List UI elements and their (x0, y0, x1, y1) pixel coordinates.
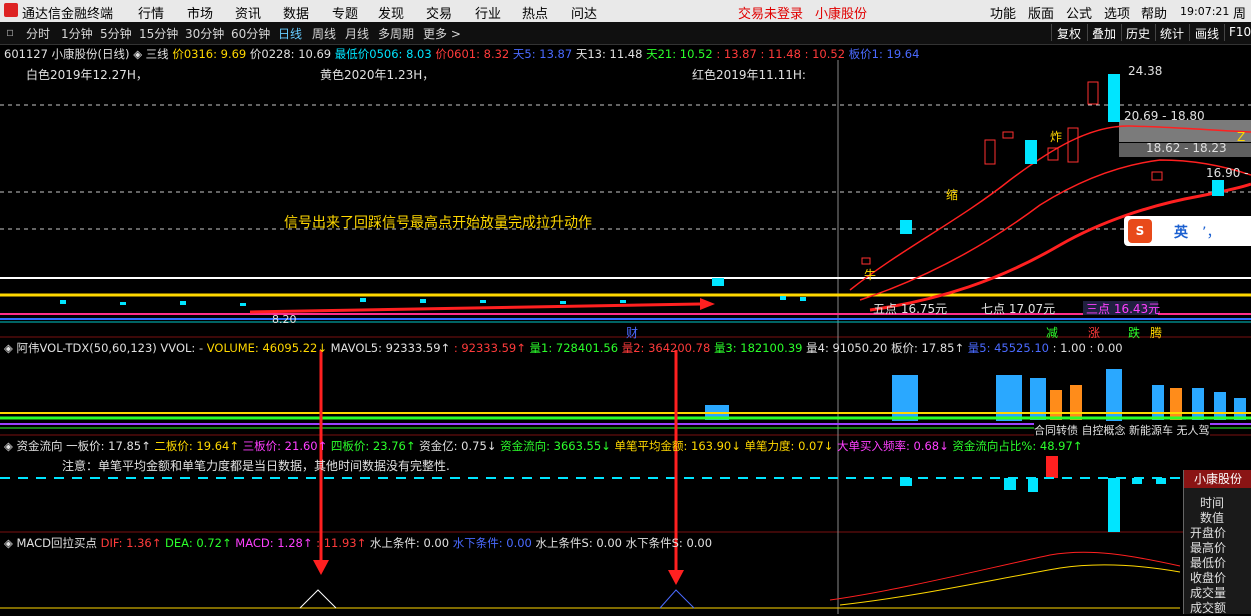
day5: 天5: 13.87 (512, 47, 573, 61)
fund-flow-ratio: 资金流向占比%: 48.97↑ (952, 439, 1083, 453)
low-price-0506: 最低价0506: 8.03 (334, 47, 432, 61)
breakout-mark: 腾 (1150, 326, 1163, 340)
five-point-label: 五点 16.75元 (873, 302, 948, 316)
range-label-2: 18.62 - 18.23 (1146, 141, 1227, 155)
annotation-white-2019: 白色2019年12.27H， (26, 68, 148, 82)
price-0228: 价0228: 10.69 (249, 47, 332, 61)
vol-board-price: 板价: 17.85↑ (891, 341, 965, 355)
cut-mark: 减 (1046, 326, 1059, 340)
z-mark: Z (1237, 130, 1246, 144)
macd-indicator-name[interactable]: ◈ MACD回拉买点 (4, 536, 97, 550)
annotation-red-2019: 红色2019年11.11H: (692, 68, 806, 82)
fund-info-line: ◈ 资金流向 一板价: 17.85↑ 二板价: 19.64↑ 三板价: 21.6… (4, 438, 1082, 454)
value-a: : 13.87 (716, 47, 757, 61)
day21: 天21: 10.52 (646, 47, 713, 61)
board-price-1: 板价1: 19.64 (848, 47, 920, 61)
fund-board1[interactable]: ◈ 资金流向 一板价: 17.85↑ (4, 439, 151, 453)
fund-board2: 二板价: 19.64↑ (154, 439, 239, 453)
price-0601: 价0601: 8.32 (435, 47, 510, 61)
info-panel-title: 小康股份 (1184, 470, 1251, 488)
price-0316: 价0316: 9.69 (172, 47, 247, 61)
macd-extra: : 11.93↑ (316, 536, 367, 550)
fund-strength: 单笔力度: 0.07↓ (744, 439, 834, 453)
vol-q1: 量1: 728401.56 (529, 341, 619, 355)
value-b: : 11.48 (760, 47, 801, 61)
vol-q2: 量2: 364200.78 (621, 341, 711, 355)
stock-code-title: 601127 小康股份(日线) (4, 47, 130, 61)
macd-above-cond: 水上条件: 0.00 (369, 536, 450, 550)
fund-capital: 资金亿: 0.75↓ (419, 439, 497, 453)
fund-flow: 资金流向: 3663.55↓ (500, 439, 611, 453)
indicator-name[interactable]: ◈ 三线 (133, 47, 169, 61)
value-c: : 10.52 (804, 47, 846, 61)
volume-info-line: ◈ 阿伟VOL-TDX(50,60,123) VVOL: - VOLUME: 4… (4, 340, 1123, 356)
ime-lang[interactable]: 英 (1174, 222, 1188, 242)
concept-tags: 合同转债 自控概念 新能源车 无人驾 (1034, 422, 1210, 438)
vol-value: : 92333.59↑ (453, 341, 526, 355)
suo-mark: 缩 (946, 188, 959, 202)
macd-info-line: ◈ MACD回拉买点 DIF: 1.36↑ DEA: 0.72↑ MACD: 1… (4, 535, 712, 551)
annotation-yellow-2020: 黄色2020年1.23H， (320, 68, 435, 82)
vol-q3: 量3: 182100.39 (713, 341, 803, 355)
vol-q5: 量5: 45525.10 (967, 341, 1049, 355)
range-label-1: 20.69 - 18.80 (1124, 109, 1205, 123)
three-point-label: 三点 16.43元 (1086, 302, 1161, 316)
info-row-amount: 成交额 (1190, 601, 1227, 615)
macd-value: MACD: 1.28↑ (235, 536, 313, 550)
vol-flag-a: : 1.00 (1052, 341, 1086, 355)
main-chart-info-line: 601127 小康股份(日线) ◈ 三线 价0316: 9.69 价0228: … (4, 46, 919, 62)
macd-below-cond: 水下条件: 0.00 (452, 536, 532, 550)
macd-above-cond-s: 水上条件S: 0.00 (535, 536, 622, 550)
macd-below-cond-s: 水下条件S: 0.00 (625, 536, 713, 550)
vol-volume: VOLUME: 46095.22↓ (206, 341, 327, 355)
vol-flag-b: : 0.00 (1089, 341, 1123, 355)
low-price-label: 8.20 (272, 313, 297, 326)
price-high-label: 24.38 (1128, 64, 1163, 78)
vol-indicator-name[interactable]: ◈ 阿伟VOL-TDX(50,60,123) VVOL: - (4, 341, 203, 355)
fund-bigbuy-freq: 大单买入频率: 0.68↓ (836, 439, 949, 453)
rise-mark: 涨 (1088, 326, 1101, 340)
macd-dea: DEA: 0.72↑ (165, 536, 232, 550)
fund-avg-amount: 单笔平均金额: 163.90↓ (614, 439, 741, 453)
signal-annotation: 信号出来了回踩信号最高点开始放量完成拉升动作 (284, 215, 592, 231)
seven-point-label: 七点 17.07元 (981, 302, 1056, 316)
fund-board3: 三板价: 21.60↑ (242, 439, 328, 453)
fall-mark: 跌 (1128, 326, 1141, 340)
cai-mark: 财 (626, 326, 639, 340)
vol-mavol5: MAVOL5: 92333.59↑ (330, 341, 451, 355)
sogou-icon[interactable]: S (1128, 219, 1152, 243)
ime-punct[interactable]: ’， (1202, 222, 1220, 242)
macd-dif: DIF: 1.36↑ (100, 536, 162, 550)
ime-toolbar[interactable]: S 英 ’， (1124, 216, 1251, 246)
vol-q4: 量4: 91050.20 (806, 341, 888, 355)
stock-chart-canvas[interactable] (0, 0, 1251, 614)
range-label-3: 16.90 - 1 (1206, 166, 1251, 180)
fund-note: 注意：单笔平均金额和单笔力度都是当日数据，其他时间数据没有完整性. (62, 459, 450, 473)
niu-mark: 牛 (864, 268, 877, 282)
day13: 天13: 11.48 (575, 47, 643, 61)
zha-mark: 炸 (1050, 130, 1063, 144)
fund-board4: 四板价: 23.76↑ (330, 439, 416, 453)
crosshair-info-panel: 小康股份 时间 数值 开盘价 最高价 最低价 收盘价 成交量 成交额 (1183, 470, 1251, 615)
